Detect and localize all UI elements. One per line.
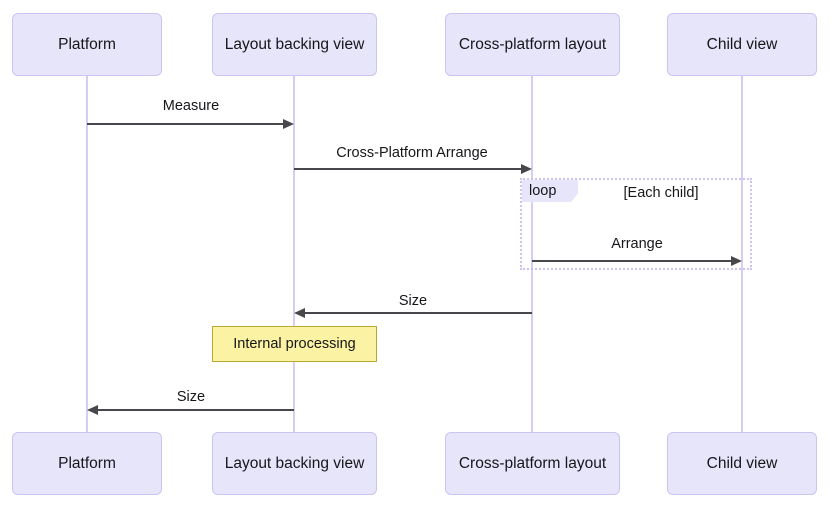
message-label-size-return-platform: Size (176, 389, 206, 405)
message-arrowhead-size-return-platform (87, 404, 98, 415)
message-arrowhead-measure (283, 118, 294, 129)
message-label-size-return-layout: Size (398, 293, 428, 309)
message-arrowhead-size-return-layout (294, 307, 305, 318)
sequence-diagram-canvas: Platform Layout backing view Cross-platf… (0, 0, 834, 511)
note-internal-processing-text: Internal processing (233, 335, 356, 352)
actor-box-child-view-top[interactable]: Child view (667, 13, 817, 76)
loop-fragment-kind-label: loop (529, 182, 557, 199)
message-line-arrange (532, 260, 731, 262)
lifeline-layout-backing-view (293, 76, 295, 432)
actor-box-platform-top[interactable]: Platform (12, 13, 162, 76)
actor-box-platform-bottom[interactable]: Platform (12, 432, 162, 495)
lifeline-platform (86, 76, 88, 432)
actor-box-child-view-bottom[interactable]: Child view (667, 432, 817, 495)
actor-label-layout-backing-view-bottom: Layout backing view (224, 454, 365, 472)
note-internal-processing: Internal processing (212, 326, 377, 362)
actor-label-cross-platform-layout-top: Cross-platform layout (458, 35, 607, 53)
actor-label-child-view-top: Child view (706, 35, 778, 53)
message-arrowhead-arrange (731, 255, 742, 266)
actor-label-cross-platform-layout-bottom: Cross-platform layout (458, 454, 607, 472)
actor-box-layout-backing-view-top[interactable]: Layout backing view (212, 13, 377, 76)
message-label-arrange: Arrange (611, 236, 663, 252)
loop-fragment-condition-label: [Each child] (623, 185, 699, 201)
actor-label-platform-bottom: Platform (58, 454, 116, 472)
message-line-cross-platform-arrange (294, 168, 521, 170)
loop-fragment-tab: loop (522, 180, 578, 202)
message-label-measure: Measure (162, 98, 220, 114)
message-line-size-return-layout (305, 312, 532, 314)
message-label-cross-platform-arrange: Cross-Platform Arrange (336, 145, 488, 161)
actor-box-cross-platform-layout-top[interactable]: Cross-platform layout (445, 13, 620, 76)
actor-box-layout-backing-view-bottom[interactable]: Layout backing view (212, 432, 377, 495)
actor-label-platform-top: Platform (58, 35, 116, 53)
message-arrowhead-cross-platform-arrange (521, 163, 532, 174)
message-line-measure (87, 123, 283, 125)
actor-box-cross-platform-layout-bottom[interactable]: Cross-platform layout (445, 432, 620, 495)
actor-label-child-view-bottom: Child view (706, 454, 778, 472)
message-line-size-return-platform (98, 409, 294, 411)
actor-label-layout-backing-view-top: Layout backing view (224, 35, 365, 53)
